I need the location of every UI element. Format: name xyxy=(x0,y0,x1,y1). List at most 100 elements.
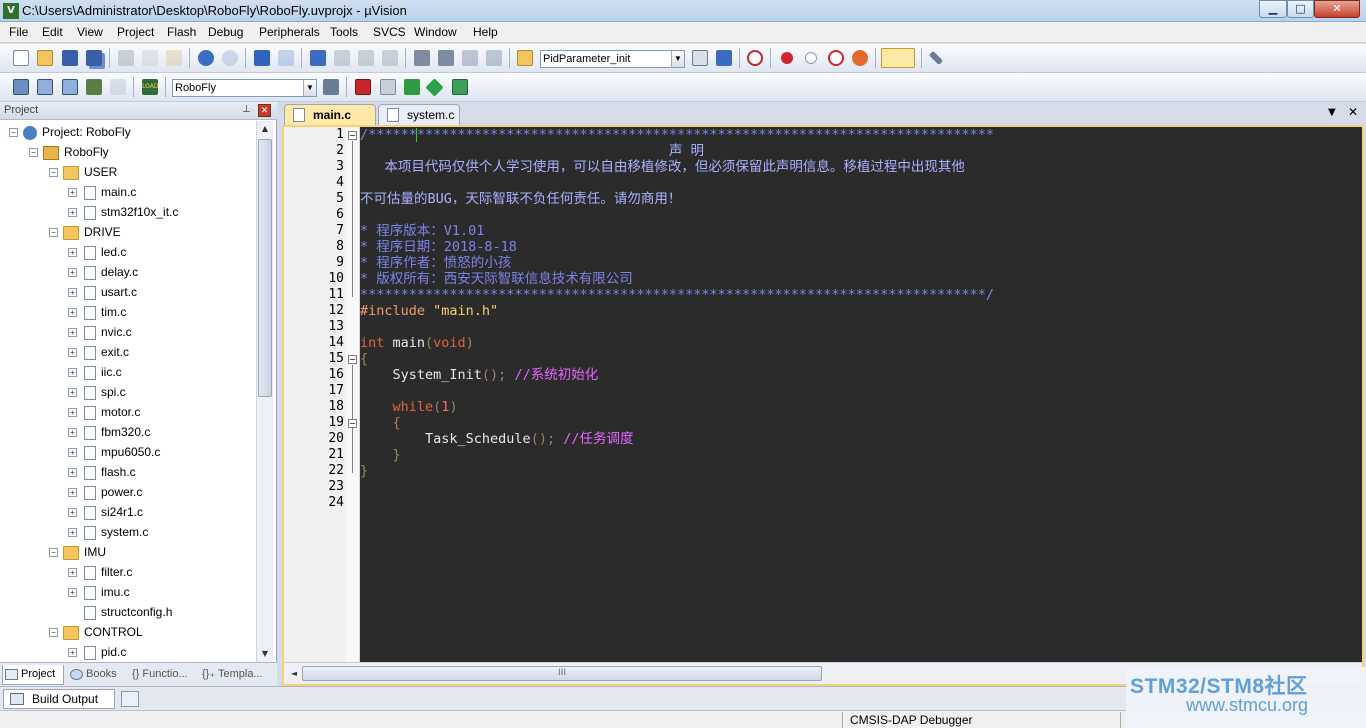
code-editor[interactable]: 1 2 3 4 5 6 7 8 9 10 11 12 13 14 15 16 17 18 19 20 21 22 23 24 … xyxy=(282,125,1364,686)
tree-file[interactable]: + nvic.c xyxy=(68,322,132,342)
expand-icon[interactable]: + xyxy=(68,308,77,318)
menu-debug[interactable]: Debug xyxy=(208,25,243,39)
menu-flash[interactable]: Flash xyxy=(167,25,196,39)
tree-file[interactable]: + main.c xyxy=(68,182,136,202)
expand-icon[interactable]: + xyxy=(68,268,77,278)
expand-icon[interactable]: + xyxy=(68,508,77,518)
tree-file[interactable]: + led.c xyxy=(68,242,126,262)
copy-icon[interactable] xyxy=(142,50,158,66)
expand-icon[interactable]: + xyxy=(68,588,77,598)
tree-file[interactable]: + motor.c xyxy=(68,402,140,422)
panel-close-icon[interactable]: ✕ xyxy=(258,104,271,117)
fold-toggle-icon[interactable]: − xyxy=(348,355,357,364)
scrollbar-thumb[interactable]: III xyxy=(302,666,822,681)
collapse-icon[interactable]: − xyxy=(49,228,58,238)
open-file-icon[interactable] xyxy=(37,50,53,66)
tree-file[interactable]: + iic.c xyxy=(68,362,122,382)
expand-icon[interactable]: + xyxy=(68,188,77,198)
tab-functions[interactable]: {} Functio... xyxy=(130,665,198,685)
undo-icon[interactable] xyxy=(198,50,214,66)
expand-icon[interactable]: + xyxy=(68,368,77,378)
expand-icon[interactable]: + xyxy=(68,408,77,418)
menu-tools[interactable]: Tools xyxy=(330,25,358,39)
paste-icon[interactable] xyxy=(166,50,182,66)
tab-main-c[interactable]: main.c xyxy=(284,104,376,125)
build-output-tab[interactable]: Build Output xyxy=(3,689,115,709)
minimize-button[interactable]: ▁ xyxy=(1259,0,1287,18)
redo-icon[interactable] xyxy=(222,50,238,66)
save-all-icon[interactable] xyxy=(86,50,102,66)
expand-icon[interactable]: + xyxy=(68,528,77,538)
pin-icon[interactable]: ⊥ xyxy=(242,104,252,116)
find-in-files-tab-icon[interactable] xyxy=(121,691,139,707)
replace-icon[interactable] xyxy=(716,50,732,66)
expand-icon[interactable]: + xyxy=(68,288,77,298)
find-function-combo[interactable]: PidParameter_init ▼ xyxy=(540,50,685,68)
menu-edit[interactable]: Edit xyxy=(42,25,63,39)
fold-toggle-icon[interactable]: − xyxy=(348,131,357,140)
collapse-icon[interactable]: − xyxy=(49,168,58,178)
tree-file[interactable]: structconfig.h xyxy=(82,602,172,622)
menu-project[interactable]: Project xyxy=(117,25,154,39)
menu-view[interactable]: View xyxy=(77,25,103,39)
scroll-up-icon[interactable]: ▲ xyxy=(257,121,273,137)
window-layout-button[interactable] xyxy=(881,48,915,68)
expand-icon[interactable]: + xyxy=(68,328,77,338)
target-select-combo[interactable]: RoboFly ▼ xyxy=(172,79,317,97)
unindent-icon[interactable] xyxy=(438,50,454,66)
expand-icon[interactable]: + xyxy=(68,208,77,218)
menu-svcs[interactable]: SVCS xyxy=(373,25,406,39)
tab-books[interactable]: Books xyxy=(68,665,126,685)
tab-templates[interactable]: {}₊ Templa... xyxy=(200,665,272,685)
collapse-icon[interactable]: − xyxy=(9,128,18,138)
tree-group[interactable]: − DRIVE xyxy=(49,222,121,242)
tree-scrollbar[interactable]: ▲ ▼ xyxy=(256,121,273,662)
expand-icon[interactable]: + xyxy=(68,348,77,358)
menu-file[interactable]: File xyxy=(9,25,28,39)
expand-icon[interactable]: + xyxy=(68,648,77,658)
translate-icon[interactable] xyxy=(13,79,29,95)
close-tab-icon[interactable]: ✕ xyxy=(1348,105,1358,119)
tree-file[interactable]: + stm32f10x_it.c xyxy=(68,202,178,222)
code-text[interactable]: /***************************************… xyxy=(360,127,1362,662)
navigate-back-icon[interactable] xyxy=(254,50,270,66)
build-icon[interactable] xyxy=(37,79,53,95)
expand-icon[interactable]: + xyxy=(68,468,77,478)
tab-project[interactable]: Project xyxy=(2,665,64,685)
tree-project-root[interactable]: − Project: RoboFly xyxy=(9,122,131,142)
tab-list-dropdown-icon[interactable]: ▼ xyxy=(1328,107,1336,118)
multi-project-icon[interactable] xyxy=(380,79,396,95)
expand-icon[interactable]: + xyxy=(68,488,77,498)
tree-target[interactable]: − RoboFly xyxy=(29,142,109,162)
insert-breakpoint-icon[interactable] xyxy=(781,52,793,64)
indent-icon[interactable] xyxy=(414,50,430,66)
run-environment-icon[interactable] xyxy=(404,79,420,95)
tree-file[interactable]: + usart.c xyxy=(68,282,137,302)
tree-group[interactable]: − IMU xyxy=(49,542,106,562)
pack-installer-icon[interactable] xyxy=(425,78,444,97)
tree-file[interactable]: + spi.c xyxy=(68,382,126,402)
rebuild-icon[interactable] xyxy=(62,79,78,95)
expand-icon[interactable]: + xyxy=(68,248,77,258)
tree-group[interactable]: − CONTROL xyxy=(49,622,143,642)
expand-icon[interactable]: + xyxy=(68,388,77,398)
tree-file[interactable]: + pid.c xyxy=(68,642,126,662)
tree-file[interactable]: + tim.c xyxy=(68,302,126,322)
close-button[interactable]: ✕ xyxy=(1314,0,1360,18)
scroll-left-icon[interactable]: ◄ xyxy=(286,666,302,682)
tree-file[interactable]: + system.c xyxy=(68,522,148,542)
find-icon[interactable] xyxy=(692,50,708,66)
stop-build-icon[interactable] xyxy=(110,79,126,95)
tree-file[interactable]: + fbm320.c xyxy=(68,422,150,442)
menu-help[interactable]: Help xyxy=(473,25,498,39)
uncomment-icon[interactable] xyxy=(486,50,502,66)
maximize-button[interactable]: □ xyxy=(1287,0,1314,18)
next-bookmark-icon[interactable] xyxy=(358,50,374,66)
select-packs-icon[interactable] xyxy=(452,79,468,95)
prev-bookmark-icon[interactable] xyxy=(334,50,350,66)
tree-file[interactable]: + delay.c xyxy=(68,262,138,282)
combo-arrow-icon[interactable]: ▼ xyxy=(303,80,316,96)
combo-arrow-icon[interactable]: ▼ xyxy=(671,51,684,67)
tree-file[interactable]: + mpu6050.c xyxy=(68,442,160,462)
scroll-down-icon[interactable]: ▼ xyxy=(257,646,273,662)
